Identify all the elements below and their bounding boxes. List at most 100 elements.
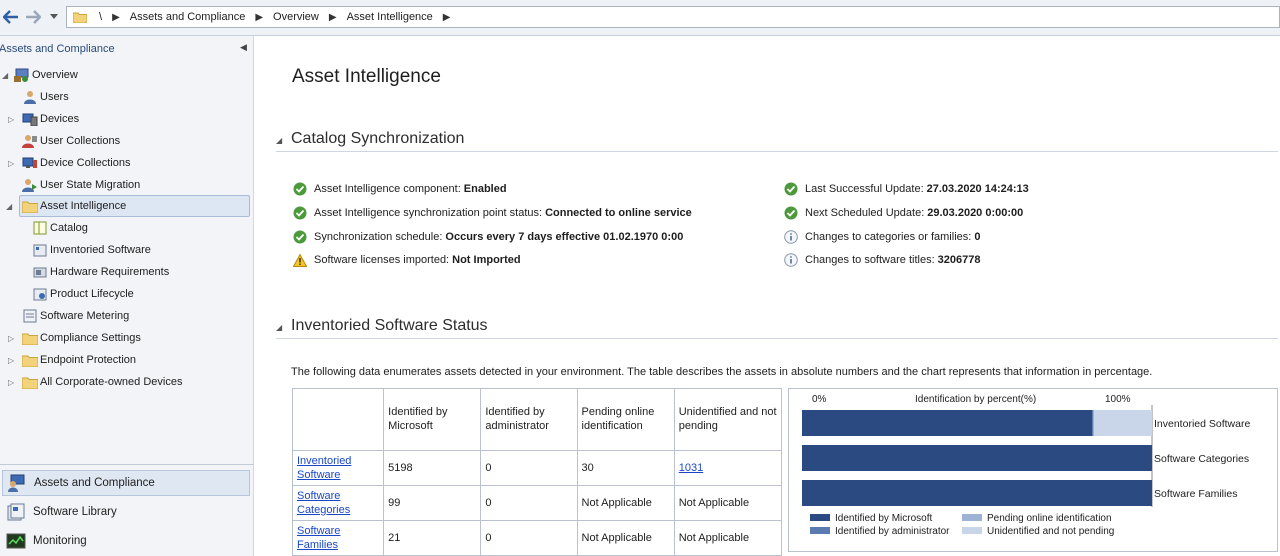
check-icon bbox=[293, 182, 307, 196]
chevron-right-icon[interactable]: ▶ bbox=[443, 12, 451, 23]
bar-segment bbox=[802, 445, 1152, 471]
collapsed-arrow-icon[interactable]: ▷ bbox=[8, 115, 18, 124]
legend-swatch bbox=[962, 527, 982, 534]
tree-item-catalog[interactable]: Catalog bbox=[32, 218, 88, 238]
expanded-arrow-icon[interactable]: ◢ bbox=[2, 71, 12, 80]
status-title-changes: Changes to software titles: 3206778 bbox=[784, 251, 980, 269]
column-header bbox=[291, 388, 385, 451]
workspace-software-library[interactable]: Software Library bbox=[2, 499, 250, 525]
tree-item-users[interactable]: Users bbox=[22, 87, 69, 107]
tree-item-label: Product Lifecycle bbox=[50, 288, 134, 300]
arrow-left-icon bbox=[3, 10, 18, 24]
overview-icon bbox=[14, 68, 30, 82]
tree-item-device-collections[interactable]: ▷ Device Collections bbox=[8, 153, 130, 173]
collapsed-arrow-icon[interactable]: ▷ bbox=[8, 378, 18, 387]
row-link-software-families[interactable]: Software Families bbox=[297, 525, 340, 551]
chevron-right-icon[interactable]: ▶ bbox=[255, 12, 263, 23]
section-catalog-synchronization[interactable]: ◢ Catalog Synchronization bbox=[276, 130, 1278, 152]
nav-pane-title: Assets and Compliance bbox=[0, 43, 115, 55]
chevron-right-icon[interactable]: ▶ bbox=[329, 12, 337, 23]
workspace-label: Monitoring bbox=[33, 535, 87, 547]
workspace-label: Software Library bbox=[33, 506, 117, 518]
check-icon bbox=[784, 182, 798, 196]
status-value: 27.03.2020 14:24:13 bbox=[926, 183, 1029, 195]
status-component: Asset Intelligence component: Enabled bbox=[293, 180, 507, 198]
tree-item-label: Endpoint Protection bbox=[40, 354, 137, 366]
table-header-row: Identified by Microsoft Identified by ad… bbox=[291, 388, 783, 451]
collapse-pane-icon[interactable]: ◀ bbox=[240, 42, 247, 53]
tree-item-label: Compliance Settings bbox=[40, 332, 141, 344]
tree-item-compliance-settings[interactable]: ▷ Compliance Settings bbox=[8, 328, 141, 348]
status-value: Occurs every 7 days effective 01.02.1970… bbox=[445, 231, 684, 243]
splitter-grip[interactable] bbox=[0, 464, 254, 468]
assets-icon bbox=[7, 474, 27, 492]
folder-icon bbox=[22, 331, 38, 345]
nav-pane-header: Assets and Compliance ◀ bbox=[0, 40, 254, 58]
breadcrumb-item-asset-intelligence[interactable]: Asset Intelligence bbox=[347, 11, 433, 23]
tree-item-user-state-migration[interactable]: User State Migration bbox=[22, 175, 140, 195]
folder-icon bbox=[22, 199, 38, 213]
status-label: Next Scheduled Update: bbox=[805, 207, 925, 219]
tree-item-label: Overview bbox=[32, 69, 78, 81]
collapsed-arrow-icon[interactable]: ▷ bbox=[8, 159, 18, 168]
status-next-update: Next Scheduled Update: 29.03.2020 0:00:0… bbox=[784, 204, 1023, 222]
forward-button[interactable] bbox=[24, 8, 42, 26]
status-value: Connected to online service bbox=[545, 207, 692, 219]
info-icon bbox=[784, 230, 798, 244]
row-link-inventoried-software[interactable]: Inventoried Software bbox=[297, 455, 351, 481]
collapsed-arrow-icon[interactable]: ▷ bbox=[8, 334, 18, 343]
tree-item-devices[interactable]: ▷ Devices bbox=[8, 109, 79, 129]
collapse-section-icon[interactable]: ◢ bbox=[276, 136, 282, 145]
workspace-assets-and-compliance[interactable]: Assets and Compliance bbox=[2, 470, 250, 496]
arrow-right-icon bbox=[26, 10, 41, 24]
lifecycle-icon bbox=[32, 287, 48, 301]
tree-item-user-collections[interactable]: User Collections bbox=[22, 131, 120, 151]
tree-item-product-lifecycle[interactable]: Product Lifecycle bbox=[32, 284, 134, 304]
tree-item-endpoint-protection[interactable]: ▷ Endpoint Protection bbox=[8, 350, 136, 370]
workspace-monitoring[interactable]: Monitoring bbox=[2, 528, 250, 554]
tree-item-label: Hardware Requirements bbox=[50, 266, 170, 278]
status-label: Asset Intelligence component: bbox=[314, 183, 461, 195]
status-label: Last Successful Update: bbox=[805, 183, 924, 195]
back-button[interactable] bbox=[2, 8, 20, 26]
metering-icon bbox=[22, 309, 38, 323]
status-value: Not Imported bbox=[452, 254, 521, 266]
breadcrumb-item-assets[interactable]: Assets and Compliance bbox=[130, 11, 246, 23]
tree-item-asset-intelligence[interactable]: ◢ Asset Intelligence bbox=[6, 195, 250, 217]
chevron-right-icon[interactable]: ▶ bbox=[112, 12, 120, 23]
section-inventoried-software-status[interactable]: ◢ Inventoried Software Status bbox=[276, 317, 1278, 339]
axis-min-label: 0% bbox=[812, 394, 827, 405]
legend-label: Unidentified and not pending bbox=[987, 526, 1114, 537]
folder-icon bbox=[73, 12, 87, 23]
expanded-arrow-icon[interactable]: ◢ bbox=[6, 202, 16, 211]
unidentified-count-link[interactable]: 1031 bbox=[679, 462, 703, 474]
tree-item-label: Users bbox=[40, 91, 69, 103]
table-row: Inventoried Software 5198 0 30 1031 bbox=[291, 450, 783, 486]
status-label: Changes to categories or families: bbox=[805, 231, 972, 243]
tree-item-label: Device Collections bbox=[40, 157, 131, 169]
breadcrumb-root[interactable]: \ bbox=[99, 11, 102, 23]
table-cell: Not Applicable bbox=[576, 520, 675, 556]
table-cell: Not Applicable bbox=[576, 485, 675, 521]
tree-item-overview[interactable]: ◢ Overview bbox=[2, 65, 78, 85]
row-link-software-categories[interactable]: Software Categories bbox=[297, 490, 350, 516]
check-icon bbox=[293, 230, 307, 244]
status-value: 3206778 bbox=[937, 254, 981, 266]
history-dropdown-button[interactable] bbox=[47, 8, 61, 26]
breadcrumb[interactable]: \ ▶ Assets and Compliance ▶ Overview ▶ A… bbox=[66, 6, 1280, 28]
legend-swatch bbox=[810, 527, 830, 534]
user-collection-icon bbox=[22, 134, 38, 148]
chevron-down-icon bbox=[50, 14, 58, 19]
collapse-section-icon[interactable]: ◢ bbox=[276, 323, 282, 332]
chart-title: Identification by percent(%) bbox=[915, 394, 1036, 405]
tree-item-hardware-requirements[interactable]: Hardware Requirements bbox=[32, 262, 169, 282]
breadcrumb-item-overview[interactable]: Overview bbox=[273, 11, 319, 23]
tree-item-inventoried-software[interactable]: Inventoried Software bbox=[32, 240, 151, 260]
tree-item-software-metering[interactable]: Software Metering bbox=[22, 306, 129, 326]
tree-item-all-corporate-owned-devices[interactable]: ▷ All Corporate-owned Devices bbox=[8, 372, 182, 392]
status-schedule: Synchronization schedule: Occurs every 7… bbox=[293, 228, 683, 246]
folder-icon bbox=[22, 375, 38, 389]
table-cell: 0 bbox=[480, 450, 578, 486]
collapsed-arrow-icon[interactable]: ▷ bbox=[8, 356, 18, 365]
migration-icon bbox=[22, 178, 38, 192]
